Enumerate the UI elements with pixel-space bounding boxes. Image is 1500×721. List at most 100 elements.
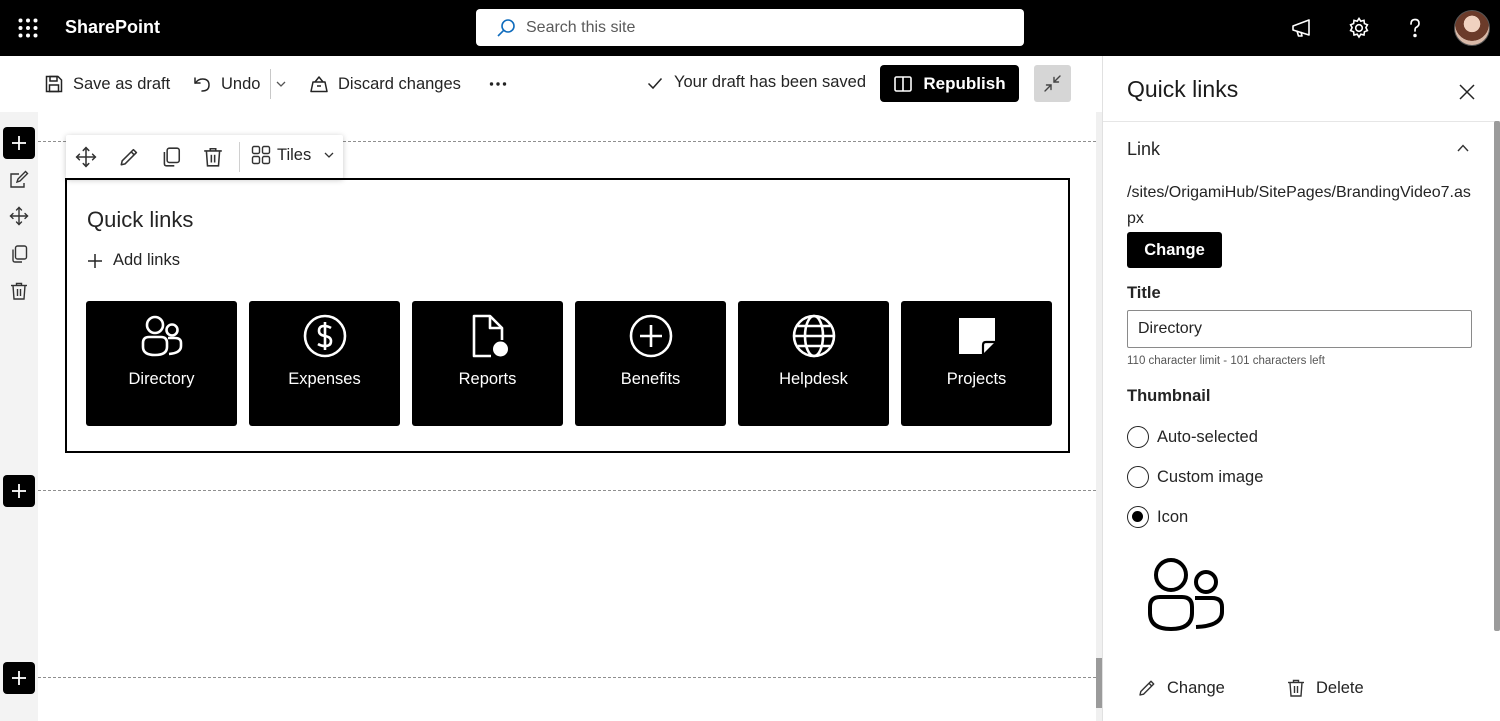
quick-link-tile[interactable]: Benefits xyxy=(575,301,726,426)
draft-status-text: Your draft has been saved xyxy=(674,73,867,91)
people-icon xyxy=(139,313,185,359)
document-icon xyxy=(465,313,511,359)
radio-custom-image[interactable]: Custom image xyxy=(1127,466,1263,488)
search-box[interactable] xyxy=(476,9,1024,46)
quick-link-tile[interactable]: Directory xyxy=(86,301,237,426)
section-toolbar xyxy=(0,112,38,721)
book-open-icon xyxy=(893,74,913,94)
radio-circle-selected xyxy=(1127,506,1149,528)
change-icon-button[interactable]: Change xyxy=(1137,678,1225,698)
app-launcher-icon[interactable] xyxy=(18,18,38,38)
quick-links-webpart[interactable]: Quick links Add links Directory Expenses xyxy=(65,178,1070,453)
section-divider xyxy=(38,677,1096,678)
tile-label: Helpdesk xyxy=(779,370,848,388)
tile-label: Expenses xyxy=(288,370,361,388)
edit-section-icon[interactable] xyxy=(9,170,29,190)
pane-scrollbar[interactable] xyxy=(1494,121,1500,631)
tile-label: Benefits xyxy=(620,370,681,388)
move-section-icon[interactable] xyxy=(9,206,29,226)
layout-dropdown[interactable]: Tiles xyxy=(251,145,335,165)
chevron-down-icon xyxy=(275,78,287,90)
delete-section-icon[interactable] xyxy=(9,281,29,301)
quick-link-tile[interactable]: Expenses xyxy=(249,301,400,426)
add-links-label: Add links xyxy=(113,251,180,269)
edit-webpart-icon[interactable] xyxy=(118,146,140,168)
undo-dropdown-button[interactable] xyxy=(275,71,287,97)
plus-icon xyxy=(12,136,26,150)
change-link-button[interactable]: Change xyxy=(1127,232,1222,268)
undo-button[interactable]: Undo xyxy=(192,71,260,97)
search-input[interactable] xyxy=(526,9,1006,46)
webpart-toolbar: Tiles xyxy=(66,135,343,179)
duplicate-webpart-icon[interactable] xyxy=(160,146,182,168)
layout-label: Tiles xyxy=(277,145,312,164)
republish-button[interactable]: Republish xyxy=(880,65,1019,102)
radio-label: Auto-selected xyxy=(1157,427,1258,446)
tile-label: Projects xyxy=(946,370,1007,388)
trash-icon xyxy=(1286,678,1306,698)
duplicate-section-icon[interactable] xyxy=(9,244,29,264)
section-divider xyxy=(38,490,1096,491)
tile-label: Directory xyxy=(128,370,195,388)
title-label: Title xyxy=(1127,284,1161,302)
save-as-draft-button[interactable]: Save as draft xyxy=(44,71,170,97)
add-section-button[interactable] xyxy=(3,127,35,159)
sticky-note-icon xyxy=(954,313,1000,359)
settings-gear-icon[interactable] xyxy=(1347,16,1371,40)
republish-label: Republish xyxy=(923,73,1006,93)
add-circle-icon xyxy=(628,313,674,359)
close-icon[interactable] xyxy=(1458,83,1476,101)
checkmark-icon xyxy=(646,74,664,92)
discard-changes-button[interactable]: Discard changes xyxy=(309,71,461,97)
title-field[interactable] xyxy=(1127,310,1472,348)
radio-auto-selected[interactable]: Auto-selected xyxy=(1127,426,1258,448)
delete-icon-button[interactable]: Delete xyxy=(1286,678,1364,698)
webpart-title[interactable]: Quick links xyxy=(87,207,193,233)
radio-label: Icon xyxy=(1157,507,1189,526)
user-avatar[interactable] xyxy=(1454,10,1490,46)
grid-icon xyxy=(251,145,271,165)
discard-icon xyxy=(309,74,329,94)
move-webpart-icon[interactable] xyxy=(75,146,97,168)
link-section-header[interactable]: Link xyxy=(1127,139,1160,160)
quick-link-tile[interactable]: Projects xyxy=(901,301,1052,426)
quick-link-tile[interactable]: Reports xyxy=(412,301,563,426)
app-name[interactable]: SharePoint xyxy=(65,17,160,38)
add-section-button[interactable] xyxy=(3,475,35,507)
more-options-button[interactable] xyxy=(488,71,508,97)
change-icon-label: Change xyxy=(1167,678,1225,697)
save-as-draft-label: Save as draft xyxy=(73,74,171,93)
thumbnail-label: Thumbnail xyxy=(1127,387,1211,405)
globe-icon xyxy=(791,313,837,359)
pencil-icon xyxy=(1137,678,1157,698)
help-icon[interactable] xyxy=(1403,16,1427,40)
radio-label: Custom image xyxy=(1157,467,1264,486)
radio-icon[interactable]: Icon xyxy=(1127,506,1188,528)
more-ellipsis-icon xyxy=(488,74,508,94)
delete-icon-label: Delete xyxy=(1316,678,1364,697)
add-links-button[interactable]: Add links xyxy=(87,251,180,270)
tile-label: Reports xyxy=(458,370,517,388)
undo-separator xyxy=(270,69,271,99)
dollar-circle-icon xyxy=(302,313,348,359)
plus-icon xyxy=(12,484,26,498)
property-pane: Quick links Link /sites/OrigamiHub/SiteP… xyxy=(1102,56,1500,721)
collapse-pane-button[interactable] xyxy=(1034,65,1071,102)
delete-webpart-icon[interactable] xyxy=(202,146,224,168)
link-url: /sites/OrigamiHub/SitePages/BrandingVide… xyxy=(1127,184,1471,227)
pane-divider xyxy=(1103,121,1500,122)
chevron-up-icon[interactable] xyxy=(1455,140,1471,156)
add-section-button[interactable] xyxy=(3,662,35,694)
quick-link-tile[interactable]: Helpdesk xyxy=(738,301,889,426)
megaphone-icon[interactable] xyxy=(1290,16,1314,40)
radio-circle xyxy=(1127,426,1149,448)
undo-label: Undo xyxy=(221,74,261,93)
save-icon xyxy=(44,74,64,94)
char-limit-hint: 110 character limit - 101 characters lef… xyxy=(1127,355,1325,367)
collapse-arrows-icon xyxy=(1044,75,1061,92)
undo-icon xyxy=(192,74,212,94)
search-icon xyxy=(496,18,516,38)
plus-icon xyxy=(12,671,26,685)
people-icon xyxy=(1143,556,1227,634)
chevron-down-icon xyxy=(323,149,335,161)
